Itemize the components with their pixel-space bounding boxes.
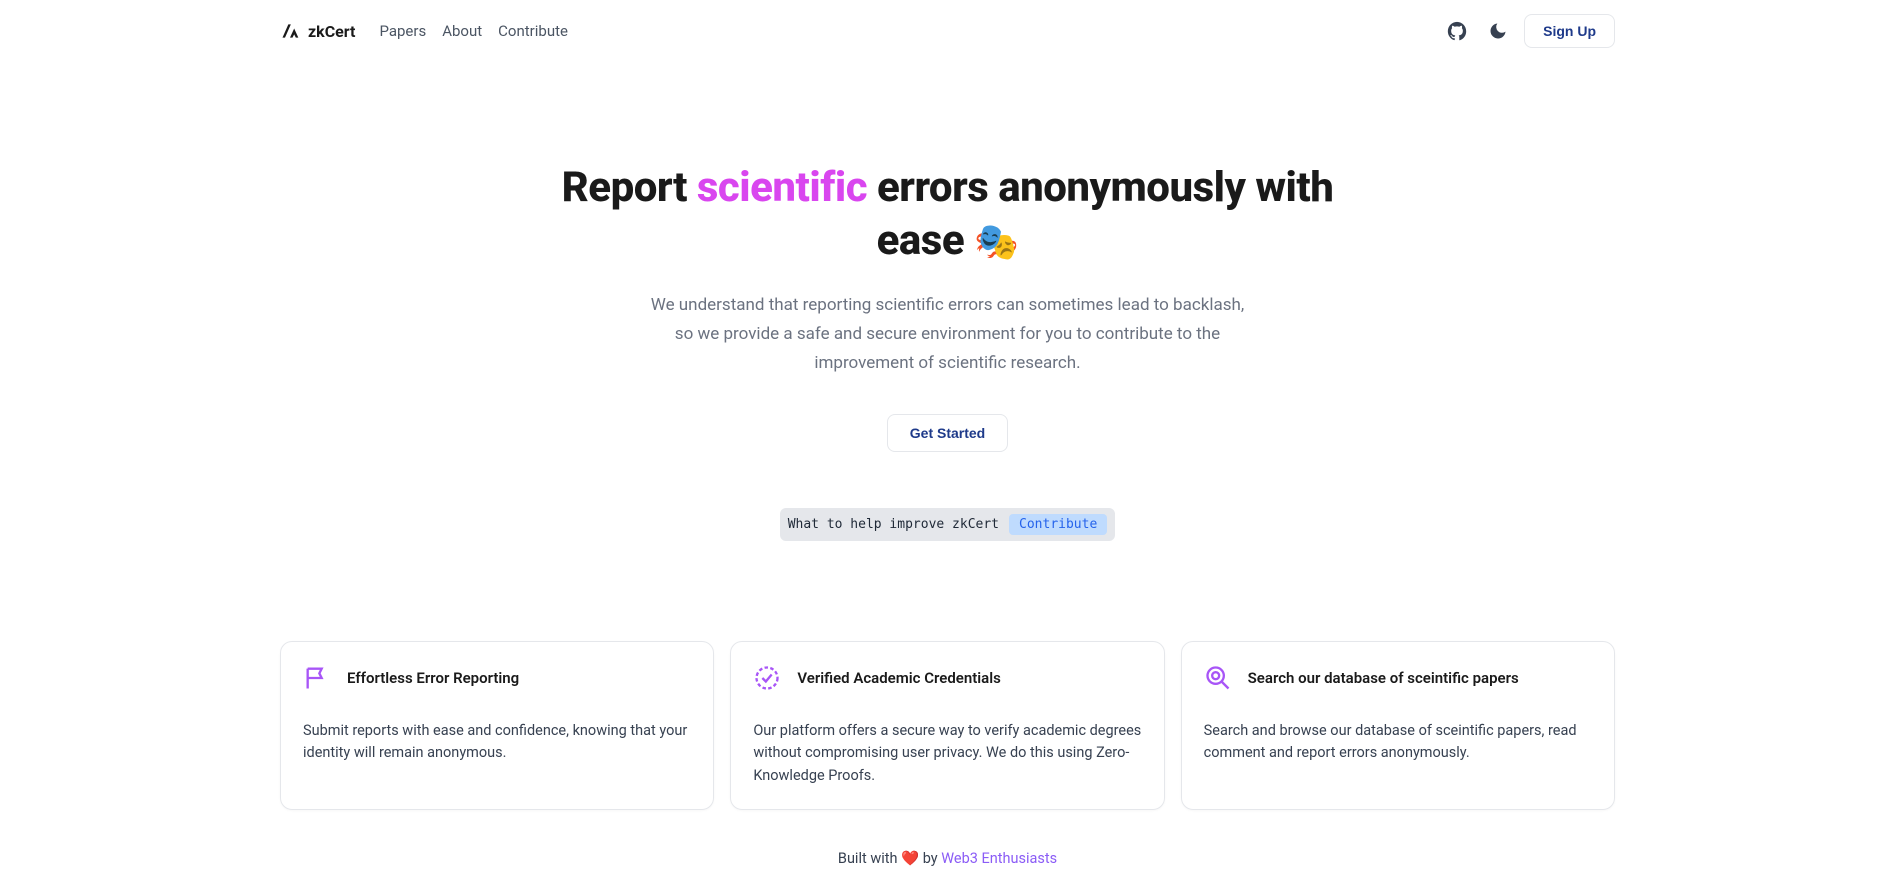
card-title: Verified Academic Credentials (797, 669, 1001, 687)
github-icon[interactable] (1442, 16, 1472, 46)
nav-right: Sign Up (1442, 14, 1615, 48)
hero-title-pre: Report (562, 163, 697, 212)
card-body: Our platform offers a secure way to veri… (753, 720, 1141, 787)
feature-card-search: Search our database of sceintific papers… (1181, 641, 1615, 810)
card-head: Effortless Error Reporting (303, 664, 691, 692)
card-head: Verified Academic Credentials (753, 664, 1141, 692)
signup-button[interactable]: Sign Up (1524, 14, 1615, 48)
card-title: Effortless Error Reporting (347, 669, 519, 687)
contribute-banner: What to help improve zkCert Contribute (780, 508, 1116, 541)
get-started-button[interactable]: Get Started (887, 414, 1008, 452)
footer-mid: by (919, 850, 941, 867)
feature-card-reporting: Effortless Error Reporting Submit report… (280, 641, 714, 810)
footer-link[interactable]: Web3 Enthusiasts (941, 850, 1057, 867)
card-body: Search and browse our database of sceint… (1204, 720, 1592, 765)
features: Effortless Error Reporting Submit report… (0, 581, 1895, 830)
masks-icon: 🎭 (974, 221, 1018, 263)
hero-title-post: errors anonymously with ease (867, 163, 1333, 265)
logo-icon (280, 21, 300, 41)
hero-title: Report scientific errors anonymously wit… (518, 162, 1378, 267)
top-nav: zkCert Papers About Contribute Sign Up (0, 0, 1895, 62)
hero-subtitle: We understand that reporting scientific … (648, 291, 1248, 378)
badge-check-icon (753, 664, 781, 692)
feature-card-credentials: Verified Academic Credentials Our platfo… (730, 641, 1164, 810)
moon-icon[interactable] (1484, 17, 1512, 45)
heart-icon: ❤️ (901, 850, 919, 867)
contribute-banner-text: What to help improve zkCert (788, 517, 999, 532)
card-title: Search our database of sceintific papers (1248, 669, 1519, 687)
logo[interactable]: zkCert (280, 21, 355, 41)
nav-links: Papers About Contribute (379, 22, 568, 40)
search-icon (1204, 664, 1232, 692)
brand-name: zkCert (308, 22, 355, 41)
flag-icon (303, 664, 331, 692)
hero: Report scientific errors anonymously wit… (498, 62, 1398, 581)
nav-link-papers[interactable]: Papers (379, 22, 426, 40)
footer: Built with ❤️ by Web3 Enthusiasts (0, 830, 1895, 887)
contribute-pill[interactable]: Contribute (1009, 514, 1107, 535)
hero-title-accent: scientific (697, 163, 867, 212)
card-head: Search our database of sceintific papers (1204, 664, 1592, 692)
card-body: Submit reports with ease and confidence,… (303, 720, 691, 765)
nav-left: zkCert Papers About Contribute (280, 21, 568, 41)
nav-link-about[interactable]: About (442, 22, 482, 40)
nav-link-contribute[interactable]: Contribute (498, 22, 568, 40)
footer-pre: Built with (838, 850, 901, 867)
